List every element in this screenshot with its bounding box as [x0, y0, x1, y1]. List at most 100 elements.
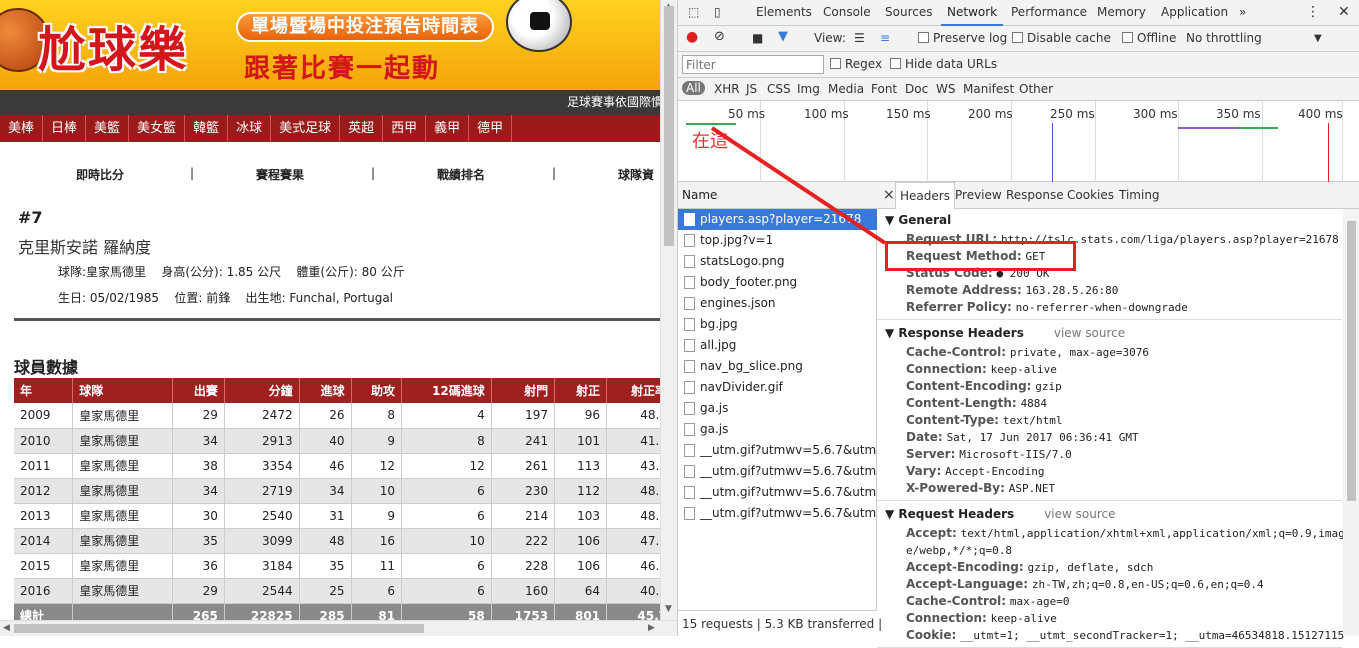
- table-cell: 101: [554, 428, 608, 454]
- tab-preview[interactable]: Preview: [955, 182, 1002, 209]
- nav-item[interactable]: 義甲: [426, 115, 470, 142]
- table-cell: 261: [491, 453, 556, 479]
- device-toolbar-icon[interactable]: ▯: [714, 0, 721, 26]
- scroll-down-icon[interactable]: ▼: [665, 604, 672, 614]
- table-cell: 41.9: [606, 428, 660, 454]
- tab-cookies[interactable]: Cookies: [1067, 182, 1114, 209]
- filter-icon[interactable]: ▼: [778, 29, 788, 44]
- filter-input[interactable]: [682, 55, 824, 74]
- disable-cache-checkbox[interactable]: Disable cache: [1012, 31, 1111, 45]
- tab-elements[interactable]: Elements: [756, 0, 812, 26]
- subnav-schedule[interactable]: 賽程賽果: [256, 166, 304, 183]
- table-cell: 31: [299, 503, 352, 529]
- type-xhr[interactable]: XHR: [714, 82, 740, 96]
- request-row[interactable]: bg.jpg: [678, 314, 877, 335]
- nav-item[interactable]: 美女籃: [129, 115, 186, 142]
- hide-data-urls-checkbox[interactable]: Hide data URLs: [890, 57, 997, 71]
- nav-item[interactable]: 美式足球: [271, 115, 341, 142]
- nav-item[interactable]: 日棒: [43, 115, 87, 142]
- overview-icon[interactable]: ≡: [880, 31, 890, 45]
- table-cell: 2010: [14, 428, 74, 454]
- chevron-down-icon[interactable]: ▼: [1314, 33, 1322, 44]
- type-css[interactable]: CSS: [767, 82, 791, 96]
- more-tabs-icon[interactable]: »: [1239, 0, 1246, 26]
- offline-checkbox[interactable]: Offline: [1122, 31, 1176, 45]
- tab-application[interactable]: Application: [1161, 0, 1228, 26]
- view-source-link[interactable]: view source: [1044, 507, 1115, 521]
- scroll-right-icon[interactable]: ▶: [648, 623, 655, 633]
- tab-response[interactable]: Response: [1006, 182, 1064, 209]
- tab-timing[interactable]: Timing: [1119, 182, 1160, 209]
- view-source-link[interactable]: view source: [1054, 326, 1125, 340]
- type-manifest[interactable]: Manifest: [963, 82, 1014, 96]
- page-vertical-scrollbar[interactable]: ▲ ▼: [660, 0, 677, 620]
- close-devtools-icon[interactable]: ✕: [1338, 0, 1350, 26]
- nav-item[interactable]: 美棒: [0, 115, 44, 142]
- type-other[interactable]: Other: [1019, 82, 1053, 96]
- weight-value: 80 公斤: [361, 265, 405, 279]
- request-row[interactable]: players.asp?player=21678: [678, 209, 877, 230]
- request-row[interactable]: all.jpg: [678, 335, 877, 356]
- scrollbar-thumb[interactable]: [664, 6, 674, 246]
- request-row[interactable]: nav_bg_slice.png: [678, 356, 877, 377]
- request-row[interactable]: ga.js: [678, 398, 877, 419]
- tab-network[interactable]: Network: [941, 0, 1004, 26]
- nav-item[interactable]: 英超: [340, 115, 384, 142]
- request-row[interactable]: ga.js: [678, 419, 877, 440]
- nav-item[interactable]: 西甲: [383, 115, 427, 142]
- site-logo[interactable]: 尬球樂: [38, 10, 188, 80]
- type-js[interactable]: JS: [746, 82, 757, 96]
- nav-item[interactable]: 韓籃: [185, 115, 229, 142]
- detail-scrollbar[interactable]: [1343, 209, 1359, 636]
- name-column-header[interactable]: Name: [678, 182, 877, 209]
- section-header[interactable]: ▼ General: [885, 213, 951, 227]
- request-row[interactable]: __utm.gif?utmwv=5.6.7&utms=...: [678, 503, 877, 524]
- scroll-left-icon[interactable]: ◀: [3, 623, 10, 633]
- request-row[interactable]: statsLogo.png: [678, 251, 877, 272]
- inspect-element-icon[interactable]: ⬚: [688, 0, 699, 26]
- type-media[interactable]: Media: [828, 82, 864, 96]
- subnav-team-info[interactable]: 球隊資: [618, 166, 654, 183]
- subnav-live-scores[interactable]: 即時比分: [76, 166, 124, 183]
- nav-item[interactable]: 冰球: [228, 115, 272, 142]
- section-header[interactable]: ▼ Request Headers view source: [885, 507, 1115, 521]
- request-row[interactable]: __utm.gif?utmwv=5.6.7&utms=...: [678, 482, 877, 503]
- capture-screenshots-icon[interactable]: ■: [752, 31, 763, 45]
- regex-checkbox[interactable]: Regex: [830, 57, 882, 71]
- throttling-select[interactable]: No throttling: [1186, 31, 1262, 45]
- tab-headers[interactable]: Headers: [895, 182, 955, 210]
- scrollbar-thumb[interactable]: [14, 624, 424, 633]
- table-cell: 103: [554, 503, 608, 529]
- type-font[interactable]: Font: [871, 82, 897, 96]
- tab-console[interactable]: Console: [823, 0, 871, 26]
- page-horizontal-scrollbar[interactable]: ◀ ▶: [0, 620, 677, 636]
- request-row[interactable]: top.jpg?v=1: [678, 230, 877, 251]
- type-doc[interactable]: Doc: [905, 82, 928, 96]
- section-header[interactable]: ▼ Response Headers view source: [885, 326, 1125, 340]
- close-detail-icon[interactable]: ×: [883, 182, 895, 209]
- large-rows-icon[interactable]: ☰: [854, 31, 865, 45]
- network-overview-timeline[interactable]: 50 ms 100 ms 150 ms 200 ms 250 ms 300 ms…: [678, 101, 1359, 182]
- subnav-standings[interactable]: 戰績排名: [437, 166, 485, 183]
- tab-sources[interactable]: Sources: [885, 0, 932, 26]
- type-ws[interactable]: WS: [936, 82, 955, 96]
- nav-item[interactable]: 美籃: [86, 115, 130, 142]
- table-cell: 皇家馬德里: [72, 553, 173, 579]
- clear-icon[interactable]: ⊘: [714, 29, 725, 44]
- more-options-icon[interactable]: ⋮: [1306, 0, 1320, 26]
- nav-item[interactable]: 德甲: [469, 115, 513, 142]
- request-row[interactable]: __utm.gif?utmwv=5.6.7&utms=...: [678, 440, 877, 461]
- request-row[interactable]: engines.json: [678, 293, 877, 314]
- record-icon[interactable]: ●: [686, 29, 698, 45]
- tab-memory[interactable]: Memory: [1097, 0, 1146, 26]
- tab-performance[interactable]: Performance: [1011, 0, 1087, 26]
- scrollbar-thumb[interactable]: [1347, 221, 1356, 501]
- request-row[interactable]: navDivider.gif: [678, 377, 877, 398]
- type-all[interactable]: All: [682, 81, 705, 95]
- request-row[interactable]: __utm.gif?utmwv=5.6.7&utms=...: [678, 461, 877, 482]
- type-img[interactable]: Img: [797, 82, 820, 96]
- site-banner: 尬球樂 單場暨場中投注預告時間表 跟著比賽一起動: [0, 0, 660, 90]
- request-row[interactable]: body_footer.png: [678, 272, 877, 293]
- promo-button[interactable]: 單場暨場中投注預告時間表: [236, 12, 494, 42]
- preserve-log-checkbox[interactable]: Preserve log: [918, 31, 1007, 45]
